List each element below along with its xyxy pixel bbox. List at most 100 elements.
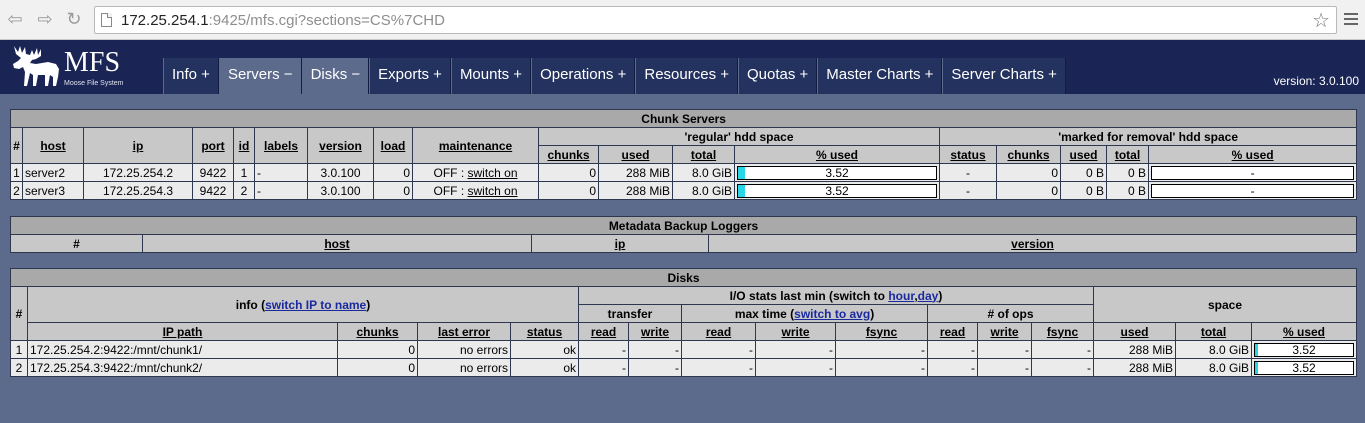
cell-transfer-read: - <box>578 340 629 359</box>
col-r-total[interactable]: total <box>1106 145 1149 164</box>
cell-ip-path: 172.25.254.3:9422:/mnt/chunk2/ <box>27 358 338 377</box>
cell-status: ok <box>510 358 579 377</box>
ml-col-host[interactable]: host <box>142 234 532 253</box>
col-id[interactable]: id <box>233 127 255 164</box>
disk-col-m-fsync[interactable]: fsync <box>835 322 928 341</box>
disk-col-path[interactable]: IP path <box>27 322 338 341</box>
tab-exports[interactable]: Exports + <box>369 58 451 94</box>
disk-col-o-fsync[interactable]: fsync <box>1031 322 1094 341</box>
disk-col-m-fsync-label: fsync <box>865 324 898 339</box>
col-r-total-label: total <box>1114 147 1141 162</box>
url-text[interactable]: 172.25.254.1:9425/mfs.cgi?sections=CS%7C… <box>121 12 445 29</box>
disk-col-m-read[interactable]: read <box>681 322 756 341</box>
col-used[interactable]: used <box>598 145 673 164</box>
address-bar[interactable]: 172.25.254.1:9425/mfs.cgi?sections=CS%7C… <box>94 6 1337 34</box>
cell-status: ok <box>510 340 579 359</box>
disk-col-num: # <box>10 286 28 341</box>
disk-col-o-read-label: read <box>939 324 966 339</box>
browser-menu-icon[interactable] <box>1344 11 1358 27</box>
disk-col-chunks[interactable]: chunks <box>337 322 418 341</box>
disk-col-t-write[interactable]: write <box>628 322 682 341</box>
col-ip-label: ip <box>132 138 144 153</box>
disk-col-o-read[interactable]: read <box>927 322 978 341</box>
cell-pct-used: 3.52 <box>734 181 940 200</box>
forward-icon[interactable]: ⇨ <box>34 8 56 30</box>
transfer-header: transfer <box>578 304 682 323</box>
cell-r-pct-used: - <box>1147 163 1358 182</box>
cell-labels: - <box>254 181 308 200</box>
col-r-used-label: used <box>1069 147 1098 162</box>
table-row: 2 server3 172.25.254.3 9422 2 - 3.0.100 … <box>10 181 1358 200</box>
col-maintenance[interactable]: maintenance <box>412 127 539 164</box>
disk-col-status[interactable]: status <box>510 322 579 341</box>
col-host[interactable]: host <box>22 127 84 164</box>
disk-col-pct-used[interactable]: % used <box>1250 322 1358 341</box>
tab-operations[interactable]: Operations + <box>531 58 636 94</box>
mfs-logo[interactable]: MFS Moose File System <box>10 42 140 90</box>
tab-master-charts[interactable]: Master Charts + <box>817 58 943 94</box>
cell-r-total: 0 B <box>1106 163 1149 182</box>
disk-col-total[interactable]: total <box>1175 322 1252 341</box>
version-label: version: 3.0.100 <box>1273 74 1359 88</box>
cell-num: 2 <box>10 181 23 200</box>
bookmark-star-icon[interactable]: ☆ <box>1312 8 1330 33</box>
cell-chunks: 0 <box>538 163 599 182</box>
disk-col-o-fsync-label: fsync <box>1046 324 1079 339</box>
switch-to-avg-link[interactable]: switch to avg <box>794 307 870 321</box>
cell-r-status: - <box>939 181 997 200</box>
col-host-label: host <box>40 138 66 153</box>
url-path: :9425/mfs.cgi?sections=CS%7CHD <box>208 12 445 29</box>
col-r-status[interactable]: status <box>939 145 997 164</box>
col-labels[interactable]: labels <box>254 127 308 164</box>
reload-icon[interactable]: ↻ <box>63 8 85 30</box>
back-icon[interactable]: ⇦ <box>4 8 26 30</box>
col-id-label: id <box>238 138 250 153</box>
col-r-pct-used[interactable]: % used <box>1147 145 1358 164</box>
tab-disks[interactable]: Disks − <box>301 58 370 94</box>
cell-r-total: 0 B <box>1106 181 1149 200</box>
disk-col-used[interactable]: used <box>1093 322 1176 341</box>
logo-subtitle: Moose File System <box>64 80 124 87</box>
tab-servers[interactable]: Servers − <box>218 58 302 94</box>
chunk-servers-table: Chunk Servers # host ip port id labels v… <box>9 109 1358 200</box>
col-maintenance-label: maintenance <box>438 138 513 153</box>
switch-on-link[interactable]: switch on <box>467 184 517 198</box>
cell-last-error: no errors <box>417 340 511 359</box>
switch-to-day-link[interactable]: day <box>918 289 939 303</box>
col-r-chunks[interactable]: chunks <box>996 145 1061 164</box>
usage-pct: 3.52 <box>825 183 849 198</box>
col-port[interactable]: port <box>192 127 234 164</box>
ml-col-host-label: host <box>324 236 350 251</box>
col-r-used[interactable]: used <box>1060 145 1107 164</box>
col-chunks[interactable]: chunks <box>538 145 599 164</box>
cell-version: 3.0.100 <box>307 181 374 200</box>
switch-ip-to-name-link[interactable]: switch IP to name <box>265 298 366 312</box>
col-version[interactable]: version <box>307 127 374 164</box>
tab-info[interactable]: Info + <box>163 58 219 94</box>
col-load[interactable]: load <box>373 127 413 164</box>
cell-port: 9422 <box>192 163 234 182</box>
ml-col-version[interactable]: version <box>708 234 1357 253</box>
switch-to-hour-link[interactable]: hour <box>888 289 914 303</box>
disk-col-last-error[interactable]: last error <box>417 322 511 341</box>
cell-id: 2 <box>233 181 255 200</box>
col-total[interactable]: total <box>672 145 735 164</box>
tab-server-charts[interactable]: Server Charts + <box>942 58 1066 94</box>
cell-r-status: - <box>939 163 997 182</box>
tab-mounts[interactable]: Mounts + <box>450 58 532 94</box>
switch-on-link[interactable]: switch on <box>467 166 517 180</box>
cell-used: 288 MiB <box>1093 340 1176 359</box>
disk-col-o-write[interactable]: write <box>977 322 1032 341</box>
cell-ops-write: - <box>977 358 1032 377</box>
disk-col-m-write[interactable]: write <box>755 322 836 341</box>
tab-quotas[interactable]: Quotas + <box>738 58 818 94</box>
cell-port: 9422 <box>192 181 234 200</box>
cell-maxtime-write: - <box>755 358 836 377</box>
tab-resources[interactable]: Resources + <box>635 58 738 94</box>
cell-ops-fsync: - <box>1031 340 1094 359</box>
col-pct-used[interactable]: % used <box>734 145 940 164</box>
ml-col-ip[interactable]: ip <box>531 234 709 253</box>
cell-total: 8.0 GiB <box>672 163 735 182</box>
col-ip[interactable]: ip <box>83 127 193 164</box>
disk-col-t-read[interactable]: read <box>578 322 629 341</box>
